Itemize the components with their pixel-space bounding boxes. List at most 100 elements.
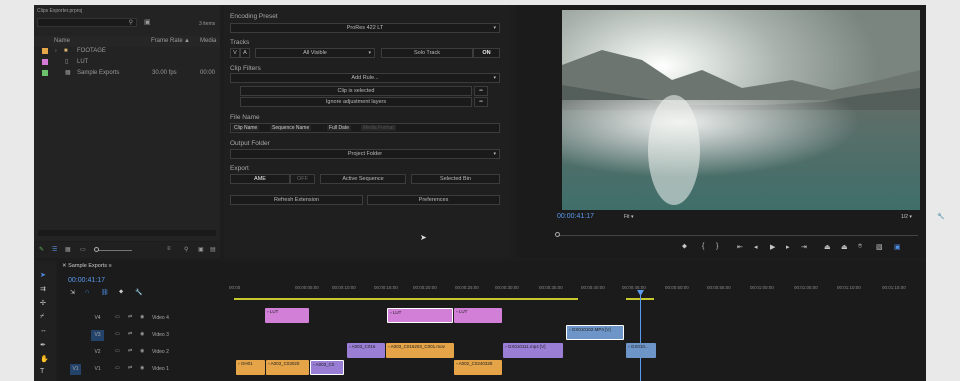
list-view-icon[interactable]: ☰ — [52, 246, 57, 253]
pencil-icon[interactable]: ✎ — [39, 246, 44, 253]
search-input[interactable]: ⚲ — [37, 18, 137, 27]
add-marker-icon[interactable]: ⬥ — [119, 289, 123, 296]
freeform-view-icon[interactable]: ▭ — [80, 246, 86, 253]
track-header[interactable]: V3 ▭ ⇄ ◉ Video 3 — [58, 330, 208, 347]
timeline-clip[interactable]: ▫ GX010... — [626, 343, 656, 358]
timeline-clip[interactable]: ▫ A003_C016 — [347, 343, 385, 358]
track-header[interactable]: V4 ▭ ⇄ ◉ Video 4 — [58, 313, 208, 330]
active-sequence-button[interactable]: Active Sequence — [320, 174, 406, 184]
lock-icon[interactable]: ▭ — [115, 331, 120, 337]
timeline-clip[interactable]: ▫ A003_C0 — [310, 360, 344, 375]
track-select-tool-icon[interactable]: ⇉ — [40, 285, 46, 293]
linked-selection-icon[interactable]: ⛓ — [101, 289, 109, 296]
track-target[interactable]: V3 — [91, 330, 104, 341]
timeline-timecode[interactable]: 00:00:41:17 — [68, 277, 105, 284]
tracks-select[interactable]: All Visible ▾ — [255, 48, 375, 58]
timeline-clip[interactable]: ▫ A003_C016203_C001.mov — [386, 343, 454, 358]
selected-bin-button[interactable]: Selected Bin — [411, 174, 500, 184]
wrench-icon[interactable]: 🔧 — [135, 289, 142, 296]
list-item[interactable]: ▯ LUT — [34, 57, 220, 68]
source-patch[interactable] — [70, 313, 81, 324]
tab-sample-exports[interactable]: ✕ Sample Exports ≡ — [62, 263, 112, 269]
timeline-clip[interactable]: ▫ A002_C0240328 — [454, 360, 502, 375]
source-patch[interactable] — [70, 330, 81, 341]
razor-tool-icon[interactable]: ⌿ — [40, 313, 44, 321]
source-patch[interactable] — [70, 347, 81, 358]
comparison-view-icon[interactable]: ▧ — [876, 243, 883, 251]
token-clip-name[interactable]: Clip Name — [232, 125, 260, 131]
export-frame-icon[interactable]: ⌾ — [858, 243, 862, 251]
lock-icon[interactable]: ▭ — [115, 365, 120, 371]
track-target[interactable]: V2 — [91, 347, 104, 358]
track-target[interactable]: V1 — [91, 364, 104, 375]
remove-rule-button[interactable]: ━ — [474, 86, 488, 96]
track-v-button[interactable]: V — [230, 48, 240, 58]
play-icon[interactable]: ▶ — [770, 243, 775, 251]
ripple-edit-tool-icon[interactable]: ✢ — [40, 299, 46, 307]
step-back-icon[interactable]: ◂ — [754, 243, 758, 251]
add-rule-select[interactable]: Add Rule... ▾ — [230, 73, 500, 83]
eye-icon[interactable]: ◉ — [140, 348, 144, 354]
resolution-select[interactable]: 1/2 ▾ — [901, 214, 912, 220]
mark-out-icon[interactable]: } — [716, 243, 718, 250]
wrench-icon[interactable]: 🔧 — [937, 213, 944, 220]
sync-lock-icon[interactable]: ⇄ — [128, 365, 132, 371]
go-to-out-icon[interactable]: ⇥ — [801, 243, 807, 251]
sync-lock-icon[interactable]: ⇄ — [128, 348, 132, 354]
output-folder-select[interactable]: Project Folder ▾ — [230, 149, 500, 159]
lift-icon[interactable]: ⏏ — [824, 243, 831, 251]
go-to-in-icon[interactable]: ⇤ — [737, 243, 743, 251]
pen-tool-icon[interactable]: ✒ — [40, 341, 46, 349]
step-forward-icon[interactable]: ▸ — [786, 243, 790, 251]
timeline-clip[interactable]: ▫ GH01 — [236, 360, 265, 375]
eye-icon[interactable]: ◉ — [140, 331, 144, 337]
token-media-format[interactable]: Media Format — [361, 125, 396, 131]
mark-in-icon[interactable]: { — [702, 243, 704, 250]
timeline-clip[interactable]: ▫ A003_C03020 — [266, 360, 309, 375]
add-marker-icon[interactable]: ⬥ — [682, 243, 687, 251]
selection-tool-icon[interactable]: ➤ — [40, 271, 46, 279]
fit-select[interactable]: Fit ▾ — [624, 214, 633, 220]
lock-icon[interactable]: ▭ — [115, 348, 120, 354]
timeline-clip[interactable]: ▫ LUT — [387, 308, 453, 323]
monitor-scrubber[interactable] — [558, 235, 918, 236]
extract-icon[interactable]: ⏏ — [841, 243, 848, 251]
ame-toggle[interactable]: OFF — [290, 174, 315, 184]
sync-lock-icon[interactable]: ⇄ — [128, 314, 132, 320]
search-bin-icon[interactable]: ⚲ — [184, 246, 188, 253]
encoding-select[interactable]: ProRes 422 LT ▾ — [230, 23, 500, 33]
lock-icon[interactable]: ▭ — [115, 314, 120, 320]
sort-icons-icon[interactable]: ≡ — [167, 246, 171, 252]
list-item[interactable]: ▦ Sample Exports 30.00 fps 00:00 — [34, 68, 220, 79]
icon-view-icon[interactable]: ▦ — [65, 246, 71, 253]
refresh-extension-button[interactable]: Refresh Extension — [230, 195, 363, 205]
timeline-clip[interactable]: ▫ GX010111.mp4 [V] — [503, 343, 563, 358]
timeline-clip[interactable]: ▫ GX010102.MP4 [V] — [566, 325, 624, 340]
track-header[interactable]: V2 ▭ ⇄ ◉ Video 2 — [58, 347, 208, 364]
zoom-slider[interactable] — [96, 250, 132, 251]
toggle-proxies-icon[interactable]: ▣ — [894, 243, 901, 251]
eye-icon[interactable]: ◉ — [140, 314, 144, 320]
chevron-right-icon[interactable]: › — [55, 46, 57, 57]
eye-icon[interactable]: ◉ — [140, 365, 144, 371]
playhead-handle[interactable] — [555, 232, 560, 237]
new-bin-icon[interactable]: ▣ — [198, 246, 204, 253]
monitor-timecode[interactable]: 00:00:41:17 — [557, 213, 594, 220]
track-a-button[interactable]: A — [240, 48, 250, 58]
nest-icon[interactable]: ⇲ — [70, 289, 75, 296]
source-patch[interactable]: V1 — [70, 364, 81, 375]
hand-tool-icon[interactable]: ✋ — [40, 355, 49, 363]
token-full-date[interactable]: Full Date — [327, 125, 352, 131]
horizontal-scrollbar[interactable] — [38, 230, 216, 236]
remove-rule-button[interactable]: ━ — [474, 97, 488, 107]
type-tool-icon[interactable]: T — [40, 368, 44, 375]
timeline-clip[interactable]: ▫ LUT — [265, 308, 309, 323]
slip-tool-icon[interactable]: ↔ — [40, 327, 47, 334]
token-sequence-name[interactable]: Sequence Name — [270, 125, 312, 131]
track-target[interactable]: V4 — [91, 313, 104, 324]
new-item-icon[interactable]: ▤ — [210, 246, 216, 253]
new-bin-icon[interactable]: ▣ — [144, 18, 151, 26]
track-header[interactable]: V1 V1 ▭ ⇄ ◉ Video 1 — [58, 364, 208, 381]
solo-track-toggle[interactable]: ON — [473, 48, 500, 58]
sync-lock-icon[interactable]: ⇄ — [128, 331, 132, 337]
